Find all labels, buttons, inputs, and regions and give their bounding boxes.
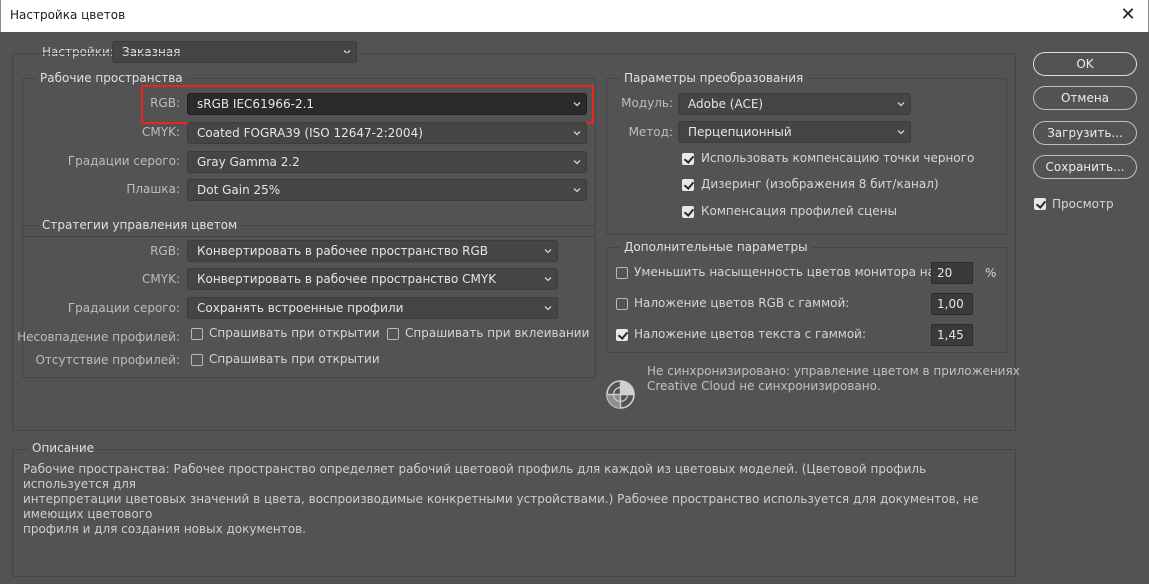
cancel-button[interactable]: Отмена [1033,86,1137,110]
sync-text-line1: Не синхронизировано: управление цветом в… [647,364,1020,378]
ws-spot-select[interactable]: Dot Gain 25% [187,179,587,201]
missing-open-label: Спрашивать при открытии [209,352,380,366]
blend-rgb-input[interactable]: 1,00 [931,293,973,315]
description-line3: профиля и для создания новых документов. [23,522,306,536]
blend-text-checkbox[interactable] [616,329,628,341]
engine-label: Модуль: [621,96,673,110]
advanced-title: Дополнительные параметры [620,240,812,254]
ws-gray-value: Gray Gamma 2.2 [197,155,300,169]
dither-checkbox[interactable] [682,179,694,191]
ws-cmyk-value: Coated FOGRA39 (ISO 12647-2:2004) [197,126,423,140]
ws-gray-label: Градации серого: [67,154,180,168]
missing-open-checkbox[interactable] [191,354,203,366]
ok-button[interactable]: OK [1033,52,1137,76]
dialog-client: Настройки: Заказная Рабочие пространства… [0,32,1149,584]
pol-rgb-label: RGB: [150,244,180,258]
pol-gray-value: Сохранять встроенные профили [197,301,404,315]
intent-select[interactable]: Перцепционный [678,121,911,143]
ws-spot-label: Плашка: [126,182,180,196]
description-line2: интерпретации цветовых значений в цвета,… [23,492,979,521]
scene-label: Компенсация профилей сцены [701,204,897,218]
window-title: Настройка цветов [10,8,126,22]
working-spaces-title: Рабочие пространства [36,71,187,85]
description-title: Описание [28,441,99,455]
engine-value: Adobe (ACE) [688,97,764,111]
dither-label: Дизеринг (изображения 8 бит/канал) [701,177,939,191]
mismatch-open-label: Спрашивать при открытии [209,326,380,340]
intent-value: Перцепционный [688,125,792,139]
pol-cmyk-select[interactable]: Конвертировать в рабочее пространство CM… [187,268,558,290]
save-button[interactable]: Сохранить... [1033,155,1137,179]
ws-cmyk-select[interactable]: Coated FOGRA39 (ISO 12647-2:2004) [187,122,587,144]
desaturate-unit: % [985,266,997,280]
scene-checkbox[interactable] [682,206,694,218]
chevron-down-icon [573,131,581,136]
bpc-checkbox[interactable] [682,153,694,165]
title-bar: Настройка цветов ✕ [0,0,1149,32]
pol-gray-select[interactable]: Сохранять встроенные профили [187,297,558,319]
pol-cmyk-value: Конвертировать в рабочее пространство CM… [197,272,497,286]
chevron-down-icon [544,277,552,282]
description-line1: Рабочие пространства: Рабочее пространст… [23,462,927,491]
engine-select[interactable]: Adobe (ACE) [678,93,911,115]
bpc-label: Использовать компенсацию точки черного [701,151,975,165]
conversion-title: Параметры преобразования [620,71,808,85]
desaturate-label: Уменьшить насыщенность цветов монитора н… [634,265,940,279]
pol-rgb-value: Конвертировать в рабочее пространство RG… [197,244,488,258]
blend-rgb-checkbox[interactable] [616,298,628,310]
desaturate-checkbox[interactable] [616,267,628,279]
pol-cmyk-label: CMYK: [142,272,180,286]
preview-checkbox[interactable] [1034,198,1046,210]
description-text: Рабочие пространства: Рабочее пространст… [23,462,1013,537]
ws-gray-select[interactable]: Gray Gamma 2.2 [187,151,587,173]
policies-title: Стратегии управления цветом [38,218,242,232]
pol-rgb-select[interactable]: Конвертировать в рабочее пространство RG… [187,240,558,262]
blend-text-input[interactable]: 1,45 [931,324,973,346]
sync-text-line2: Creative Cloud не синхронизировано. [647,379,881,393]
intent-label: Метод: [628,125,673,139]
mismatch-label: Несовпадение профилей: [17,330,180,344]
blend-rgb-label: Наложение цветов RGB с гаммой: [634,296,850,310]
missing-label: Отсутствие профилей: [35,353,180,367]
pol-gray-label: Градации серого: [67,301,180,315]
sync-status-icon [606,380,635,409]
mismatch-paste-label: Спрашивать при вклеивании [405,326,590,340]
mismatch-open-checkbox[interactable] [191,328,203,340]
highlight-frame [141,85,594,124]
chevron-down-icon [897,130,905,135]
desaturate-input[interactable]: 20 [931,262,973,284]
blend-text-label: Наложение цветов текста с гаммой: [634,327,867,341]
ws-cmyk-label: CMYK: [142,125,180,139]
chevron-down-icon [897,102,905,107]
chevron-down-icon [544,306,552,311]
mismatch-paste-checkbox[interactable] [387,328,399,340]
close-icon[interactable]: ✕ [1108,0,1148,32]
preview-label: Просмотр [1052,197,1114,211]
ws-spot-value: Dot Gain 25% [197,183,281,197]
chevron-down-icon [573,188,581,193]
load-button[interactable]: Загрузить... [1033,121,1137,145]
chevron-down-icon [544,249,552,254]
chevron-down-icon [573,160,581,165]
